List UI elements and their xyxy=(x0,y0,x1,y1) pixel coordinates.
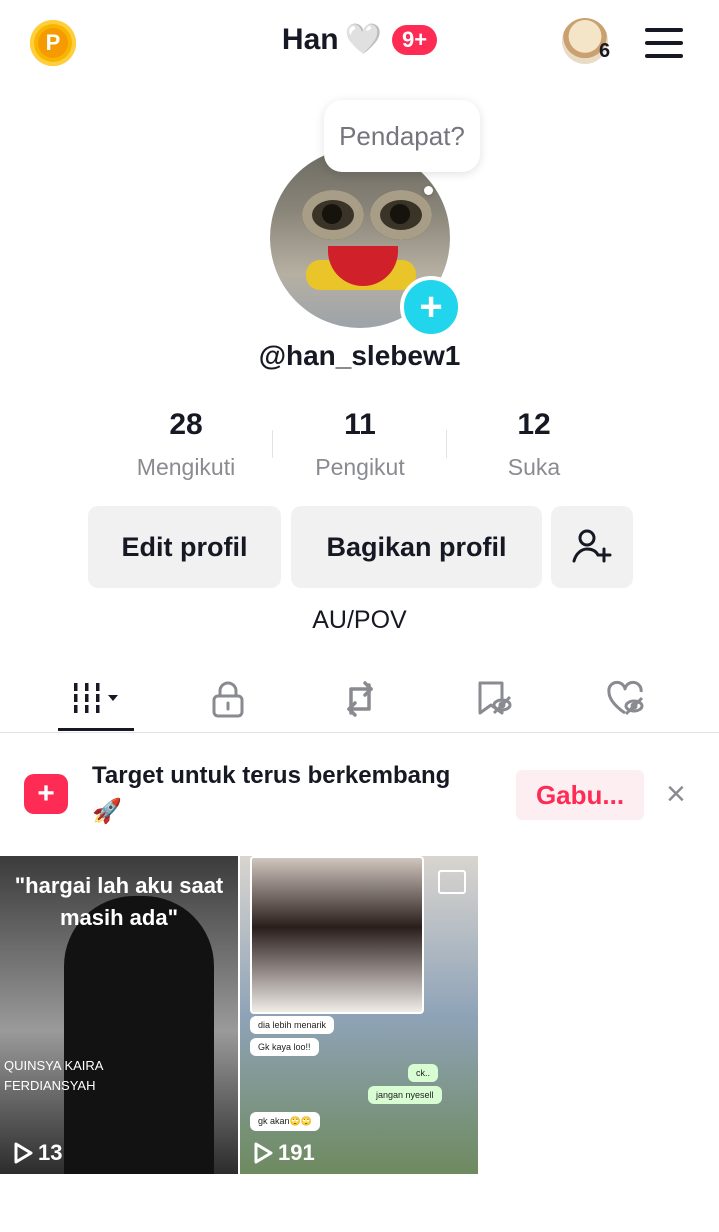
play-count: 13 xyxy=(12,1140,62,1166)
add-story-button[interactable]: + xyxy=(400,276,462,338)
chat-bubble: Gk kaya loo!! xyxy=(250,1038,319,1056)
grid-icon xyxy=(74,683,118,713)
repost-icon xyxy=(347,681,373,717)
tab-favorites[interactable] xyxy=(424,670,564,728)
play-icon xyxy=(254,1142,273,1164)
bubble-tail xyxy=(424,186,433,195)
stat-likes[interactable]: 12 Suka xyxy=(447,408,621,481)
play-count: 191 xyxy=(252,1140,315,1166)
opinion-bubble[interactable]: Pendapat? xyxy=(324,100,480,172)
bio-text: AU/POV xyxy=(312,606,407,634)
chat-bubble: dia lebih menarik xyxy=(250,1016,335,1034)
lock-icon xyxy=(212,681,244,718)
account-count: 6 xyxy=(599,40,611,62)
video-thumbnail[interactable]: "hargai lah aku saat masih ada" QUINSYA … xyxy=(0,856,238,1174)
display-name: Han xyxy=(281,22,339,56)
banner-title: Target untuk terus berkembang xyxy=(92,762,451,789)
edit-profile-button[interactable]: Edit profil xyxy=(88,506,281,588)
stat-followers[interactable]: 11 Pengikut xyxy=(273,408,447,481)
photo-icon xyxy=(438,870,466,894)
video-thumbnail[interactable]: dia lebih menarik Gk kaya loo!! ck.. jan… xyxy=(240,856,478,1174)
close-icon[interactable]: × xyxy=(666,777,686,811)
menu-icon[interactable] xyxy=(645,28,683,67)
join-button[interactable]: Gabu... xyxy=(516,770,644,820)
tabs-divider xyxy=(0,732,719,733)
tab-reposts[interactable] xyxy=(290,670,430,728)
video-credit: QUINSYA KAIRA FERDIANSYAH xyxy=(4,1058,104,1093)
play-icon xyxy=(14,1142,33,1164)
rocket-icon: 🚀 xyxy=(92,798,122,825)
heart-icon: 🤍 xyxy=(344,23,382,56)
stat-following[interactable]: 28 Mengikuti xyxy=(99,408,273,481)
add-user-icon xyxy=(572,529,612,563)
liked-hidden-icon xyxy=(607,680,644,716)
video-caption: "hargai lah aku saat masih ada" xyxy=(14,873,224,930)
add-friend-button[interactable] xyxy=(551,506,633,588)
tab-videos[interactable] xyxy=(26,670,166,728)
bookmark-hidden-icon xyxy=(478,681,512,715)
creator-plus-icon: + xyxy=(24,774,68,814)
selfie-photo xyxy=(250,856,424,1014)
tab-liked[interactable] xyxy=(556,670,696,728)
notification-badge[interactable]: 9+ xyxy=(391,24,438,55)
banner-text: Target untuk terus berkembang 🚀 xyxy=(92,758,502,830)
chat-bubble: jangan nyesell xyxy=(368,1086,442,1104)
username: @han_slebew1 xyxy=(258,340,461,371)
profile-name-header[interactable]: Han 🤍 9+ xyxy=(0,22,719,57)
chat-bubble: gk akan🙄🙄 xyxy=(250,1112,320,1131)
share-profile-button[interactable]: Bagikan profil xyxy=(291,506,542,588)
active-tab-indicator xyxy=(58,728,134,731)
tab-private[interactable] xyxy=(158,670,298,728)
chat-bubble: ck.. xyxy=(408,1064,439,1082)
